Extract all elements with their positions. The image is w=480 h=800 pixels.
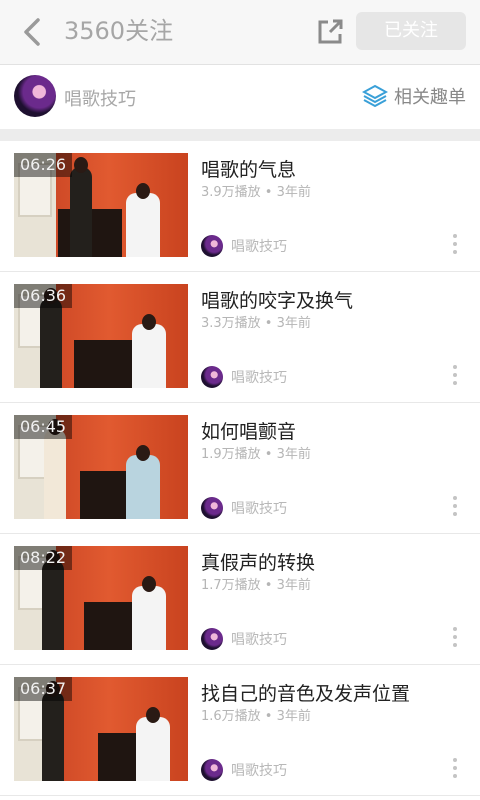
share-icon xyxy=(318,19,343,44)
video-author[interactable]: 唱歌技巧 xyxy=(201,759,287,781)
author-avatar xyxy=(201,366,223,388)
video-duration: 06:37 xyxy=(14,677,73,701)
more-vertical-icon[interactable] xyxy=(450,627,460,651)
more-vertical-icon[interactable] xyxy=(450,496,460,520)
top-bar: 3560关注 已关注 xyxy=(0,0,480,65)
more-vertical-icon[interactable] xyxy=(450,234,460,258)
back-button[interactable] xyxy=(18,14,50,50)
section-divider xyxy=(0,129,480,141)
video-item[interactable]: 06:36 唱歌的咬字及换气 3.3万播放 • 3年前 唱歌技巧 xyxy=(0,272,480,403)
video-thumbnail[interactable]: 06:36 xyxy=(14,284,188,388)
related-lists-label: 相关趣单 xyxy=(394,87,466,108)
video-author[interactable]: 唱歌技巧 xyxy=(201,628,287,650)
more-vertical-icon[interactable] xyxy=(450,758,460,782)
author-name: 唱歌技巧 xyxy=(231,763,287,779)
author-avatar xyxy=(201,235,223,257)
author-name: 唱歌技巧 xyxy=(231,632,287,648)
author-name: 唱歌技巧 xyxy=(231,501,287,517)
video-duration: 06:26 xyxy=(14,153,73,177)
chevron-left-icon xyxy=(24,18,40,46)
video-item[interactable]: 06:37 找自己的音色及发声位置 1.6万播放 • 3年前 唱歌技巧 xyxy=(0,665,480,796)
channel-name[interactable]: 唱歌技巧 xyxy=(64,85,136,111)
layers-icon xyxy=(362,84,388,108)
video-item[interactable]: 06:26 唱歌的气息 3.9万播放 • 3年前 唱歌技巧 xyxy=(0,141,480,272)
channel-avatar[interactable] xyxy=(14,75,56,117)
video-title[interactable]: 真假声的转换 xyxy=(201,548,315,575)
video-thumbnail[interactable]: 06:26 xyxy=(14,153,188,257)
video-duration: 06:36 xyxy=(14,284,73,308)
video-item[interactable]: 06:45 如何唱颤音 1.9万播放 • 3年前 唱歌技巧 xyxy=(0,403,480,534)
video-author[interactable]: 唱歌技巧 xyxy=(201,366,287,388)
author-name: 唱歌技巧 xyxy=(231,370,287,386)
video-title[interactable]: 唱歌的气息 xyxy=(201,155,296,182)
author-avatar xyxy=(201,628,223,650)
author-avatar xyxy=(201,759,223,781)
video-thumbnail[interactable]: 06:45 xyxy=(14,415,188,519)
video-duration: 06:45 xyxy=(14,415,73,439)
video-meta: 1.6万播放 • 3年前 xyxy=(201,709,311,724)
video-meta: 3.3万播放 • 3年前 xyxy=(201,316,311,331)
video-item[interactable]: 08:22 真假声的转换 1.7万播放 • 3年前 唱歌技巧 xyxy=(0,534,480,665)
related-lists-button[interactable]: 相关趣单 xyxy=(362,83,466,109)
more-vertical-icon[interactable] xyxy=(450,365,460,389)
video-title[interactable]: 如何唱颤音 xyxy=(201,417,296,444)
video-title[interactable]: 唱歌的咬字及换气 xyxy=(201,286,353,313)
video-author[interactable]: 唱歌技巧 xyxy=(201,235,287,257)
video-list: 06:26 唱歌的气息 3.9万播放 • 3年前 唱歌技巧 06:36 唱歌的咬… xyxy=(0,141,480,796)
video-author[interactable]: 唱歌技巧 xyxy=(201,497,287,519)
video-meta: 1.7万播放 • 3年前 xyxy=(201,578,311,593)
video-title[interactable]: 找自己的音色及发声位置 xyxy=(201,679,410,706)
video-duration: 08:22 xyxy=(14,546,73,570)
page-title: 3560关注 xyxy=(64,17,174,45)
author-avatar xyxy=(201,497,223,519)
follow-button[interactable]: 已关注 xyxy=(356,12,466,50)
video-thumbnail[interactable]: 08:22 xyxy=(14,546,188,650)
video-meta: 3.9万播放 • 3年前 xyxy=(201,185,311,200)
channel-header[interactable]: 唱歌技巧 相关趣单 xyxy=(0,65,480,129)
author-name: 唱歌技巧 xyxy=(231,239,287,255)
video-meta: 1.9万播放 • 3年前 xyxy=(201,447,311,462)
share-button[interactable] xyxy=(312,14,348,50)
video-thumbnail[interactable]: 06:37 xyxy=(14,677,188,781)
